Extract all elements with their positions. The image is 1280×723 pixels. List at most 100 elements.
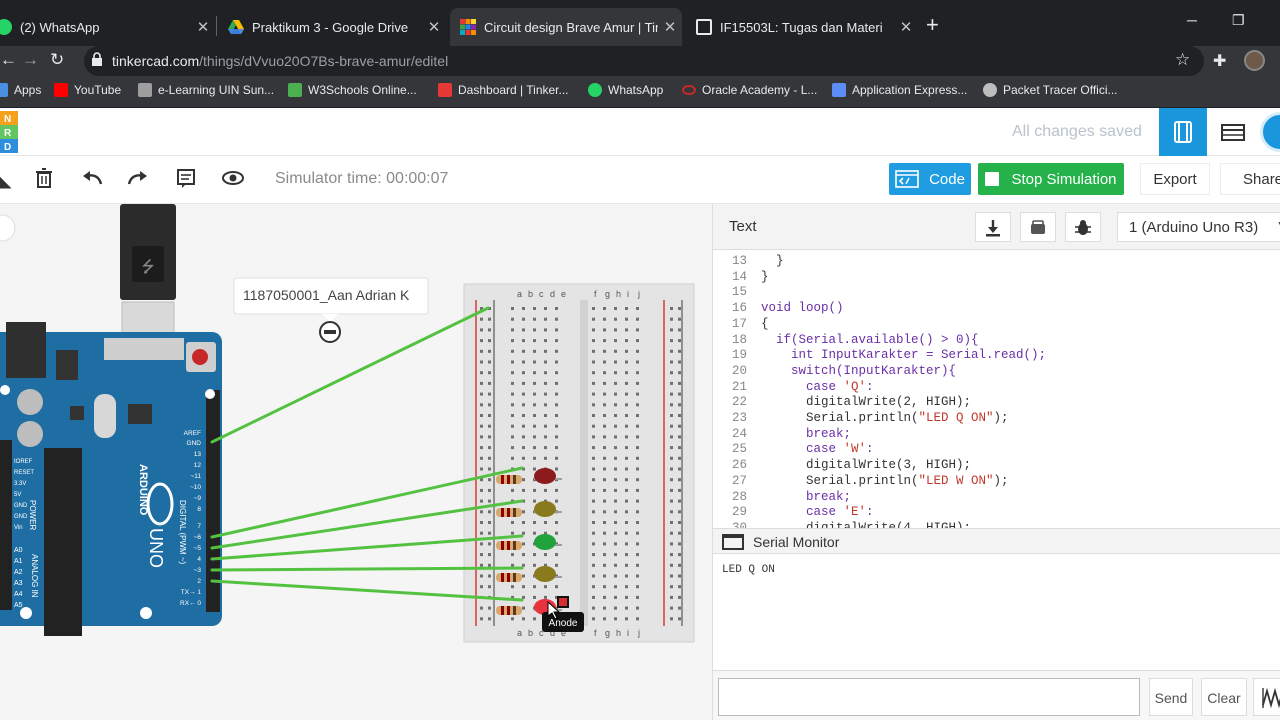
resistor[interactable] — [496, 541, 522, 550]
circuit-view-button[interactable] — [1159, 108, 1207, 156]
apps-grid-icon — [0, 83, 8, 97]
circuit-canvas[interactable]: ⭍ ARDUINO UNO DIGITAL (PWM ~) POWER ANAL… — [0, 204, 712, 720]
bookmark-elearning[interactable]: e-Learning UIN Sun... — [138, 83, 274, 97]
bookmark-tinkercad-dashboard[interactable]: Dashboard | Tinker... — [438, 83, 569, 97]
resistor[interactable] — [496, 606, 522, 615]
debugger-button[interactable] — [1065, 212, 1101, 242]
reload-icon[interactable]: ↻ — [50, 50, 64, 70]
bookmark-application-express[interactable]: Application Express... — [832, 83, 967, 97]
arduino-uno[interactable]: ARDUINO UNO DIGITAL (PWM ~) POWER ANALOG… — [0, 322, 222, 636]
restore-icon[interactable]: ❐ — [1232, 12, 1245, 29]
breadboard-hole — [678, 307, 681, 310]
breadboard-hole — [603, 360, 606, 364]
close-tab-icon[interactable]: ✕ — [422, 18, 446, 36]
code-mode-select[interactable]: Text — [729, 218, 757, 235]
breadboard-hole — [511, 339, 514, 343]
star-icon[interactable]: ☆ — [1175, 50, 1190, 70]
code-line[interactable]: digitalWrite(2, HIGH); — [761, 395, 971, 411]
code-line[interactable]: } — [761, 270, 769, 286]
code-line[interactable]: Serial.println("LED W ON"); — [761, 474, 1009, 490]
breadboard[interactable]: a b c d e f g h i j a b c d e f g h i j — [463, 283, 695, 643]
code-button[interactable]: Code — [889, 163, 971, 195]
delete-icon[interactable] — [32, 168, 56, 192]
url-text[interactable]: tinkercad.com/things/dVvuo20O7Bs-brave-a… — [112, 53, 448, 69]
code-line[interactable]: Serial.println("LED Q ON"); — [761, 411, 1009, 427]
undo-icon[interactable] — [80, 168, 104, 192]
minimize-icon[interactable]: ─ — [1187, 12, 1197, 28]
extensions-icon[interactable]: ✚ — [1213, 51, 1226, 71]
rotate-icon[interactable]: ◣ — [0, 168, 16, 192]
notes-icon[interactable] — [174, 168, 198, 192]
view-icon[interactable] — [221, 168, 245, 192]
code-line[interactable]: case 'Q': — [761, 380, 874, 396]
code-line[interactable]: switch(InputKarakter){ — [761, 364, 956, 380]
code-line[interactable]: } — [761, 254, 784, 270]
code-line[interactable]: case 'E': — [761, 505, 874, 521]
tab-if15503l[interactable]: IF15503L: Tugas dan Materi ✕ — [686, 8, 918, 46]
download-button[interactable] — [975, 212, 1011, 242]
tab-tinkercad[interactable]: Circuit design Brave Amur | Tinke ✕ — [450, 8, 682, 46]
code-line[interactable]: void loop() — [761, 301, 844, 317]
bookmark-w3schools[interactable]: W3Schools Online... — [288, 83, 417, 97]
serial-input[interactable] — [718, 678, 1140, 716]
bookmark-apps[interactable]: Apps — [0, 83, 41, 97]
code-line[interactable]: digitalWrite(4, HIGH); — [761, 521, 971, 528]
redo-icon[interactable] — [126, 168, 150, 192]
stop-simulation-button[interactable]: Stop Simulation — [978, 163, 1124, 195]
component-list-button[interactable] — [1209, 108, 1257, 156]
tinkercad-logo[interactable]: N R D — [0, 111, 18, 153]
resistor[interactable] — [496, 475, 522, 484]
code-editor[interactable]: 13 } 14} 15 16 void loop() 17 {18 if(Serial.av… — [713, 250, 1280, 528]
oracle-icon — [682, 85, 696, 95]
breadboard-hole — [555, 435, 558, 439]
breadboard-hole — [625, 349, 628, 353]
svg-text:h: h — [616, 628, 621, 638]
code-line-number: 18 — [731, 332, 747, 347]
code-line[interactable]: digitalWrite(3, HIGH); — [761, 458, 971, 474]
code-line[interactable]: break; — [761, 490, 851, 506]
send-button[interactable]: Send — [1149, 678, 1193, 716]
forward-arrow-icon[interactable]: → — [22, 50, 39, 70]
breadboard-hole — [544, 403, 547, 407]
circuit-drawing[interactable]: ⭍ ARDUINO UNO DIGITAL (PWM ~) POWER ANAL… — [0, 204, 712, 720]
breadboard-hole — [522, 371, 525, 375]
serial-monitor-header[interactable]: Serial Monitor — [713, 528, 1280, 554]
libraries-button[interactable] — [1020, 212, 1056, 242]
tab-google-drive[interactable]: Praktikum 3 - Google Drive ✕ — [218, 8, 446, 46]
name-note[interactable]: 1187050001_Aan Adrian K — [233, 277, 429, 343]
code-line[interactable]: { — [761, 317, 769, 333]
bookmark-whatsapp[interactable]: WhatsApp — [588, 83, 663, 97]
code-line[interactable]: case 'W': — [761, 442, 874, 458]
graph-button[interactable] — [1253, 678, 1280, 716]
export-button[interactable]: Export — [1140, 163, 1210, 195]
share-button[interactable]: Share — [1220, 163, 1280, 195]
bookmark-youtube[interactable]: YouTube — [54, 83, 121, 97]
bookmark-oracle-academy[interactable]: Oracle Academy - L... — [682, 83, 817, 97]
profile-avatar[interactable] — [1244, 50, 1265, 71]
close-tab-icon[interactable]: ✕ — [191, 18, 215, 36]
clear-button[interactable]: Clear — [1201, 678, 1247, 716]
back-arrow-icon[interactable]: ← — [0, 50, 17, 70]
code-line[interactable]: if(Serial.available() > 0){ — [761, 333, 979, 349]
fit-view-icon[interactable] — [0, 214, 16, 242]
packet-tracer-icon — [983, 83, 997, 97]
tab-whatsapp[interactable]: (2) WhatsApp ✕ — [0, 8, 215, 46]
code-line[interactable]: int InputKarakter = Serial.read(); — [761, 348, 1046, 364]
breadboard-hole — [678, 435, 681, 439]
breadboard-hole — [555, 531, 558, 535]
new-tab-icon[interactable]: + — [926, 12, 939, 38]
device-select[interactable]: 1 (Arduino Uno R3) ▼ — [1117, 212, 1280, 242]
breadboard-hole — [488, 360, 491, 364]
resistor[interactable] — [496, 573, 522, 582]
breadboard-hole — [488, 446, 491, 450]
bookmark-packet-tracer[interactable]: Packet Tracer Offici... — [983, 83, 1117, 97]
resistor[interactable] — [496, 508, 522, 517]
breadboard-hole — [592, 424, 595, 428]
code-line[interactable]: break; — [761, 427, 851, 443]
close-tab-icon[interactable]: ✕ — [658, 18, 682, 36]
user-avatar[interactable] — [1260, 112, 1280, 152]
close-tab-icon[interactable]: ✕ — [894, 18, 918, 36]
breadboard-hole — [480, 446, 483, 450]
reset-button-icon[interactable] — [192, 349, 208, 365]
breadboard-hole — [544, 595, 547, 599]
